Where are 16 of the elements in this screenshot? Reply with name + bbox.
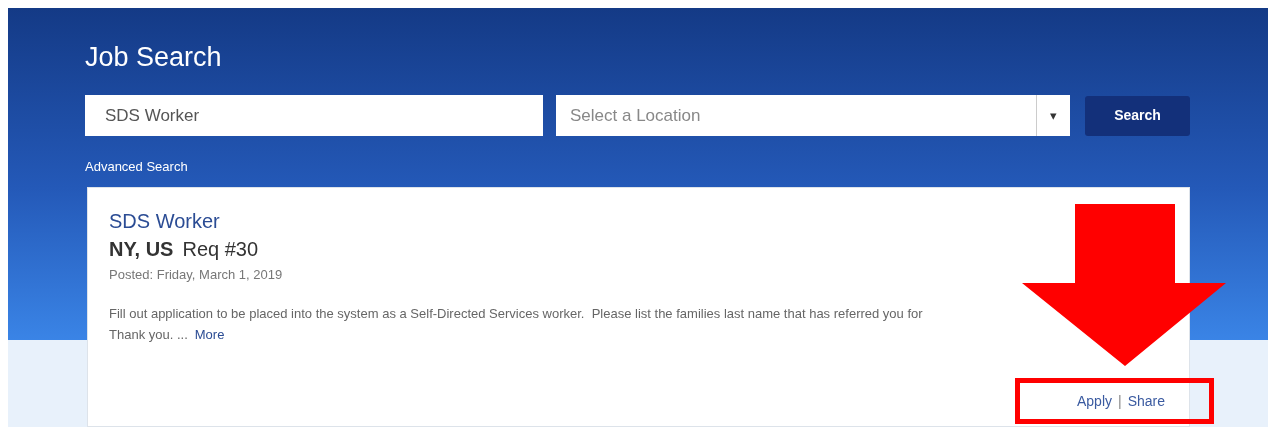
more-link[interactable]: More — [194, 324, 225, 345]
job-title-link[interactable]: SDS Worker — [109, 208, 220, 234]
description-end: Thank you. ... — [109, 326, 188, 344]
action-link[interactable]: Apply — [1076, 391, 1112, 412]
posted-date: Posted: Friday, March 1, 2019 — [109, 266, 283, 284]
keyword-field[interactable]: SDS Worker — [85, 95, 543, 136]
job-requisition: Req #30 — [182, 237, 259, 262]
advanced-search-link[interactable]: Advanced Search — [85, 158, 188, 176]
link-separator: | — [1118, 392, 1122, 411]
location-dropdown[interactable]: Select a Location ▾ — [556, 95, 1070, 136]
search-button[interactable]: Search — [1085, 95, 1190, 136]
location-placeholder: Select a Location — [569, 104, 702, 127]
job-description: Fill out application to be placed into the system as a Self-Directed Services worker. Please list the families last name that has referred you for — [109, 305, 923, 323]
job-location: NY, US — [109, 237, 174, 262]
action-link[interactable]: Share — [1127, 391, 1165, 412]
page-title: Job Search — [85, 41, 222, 74]
